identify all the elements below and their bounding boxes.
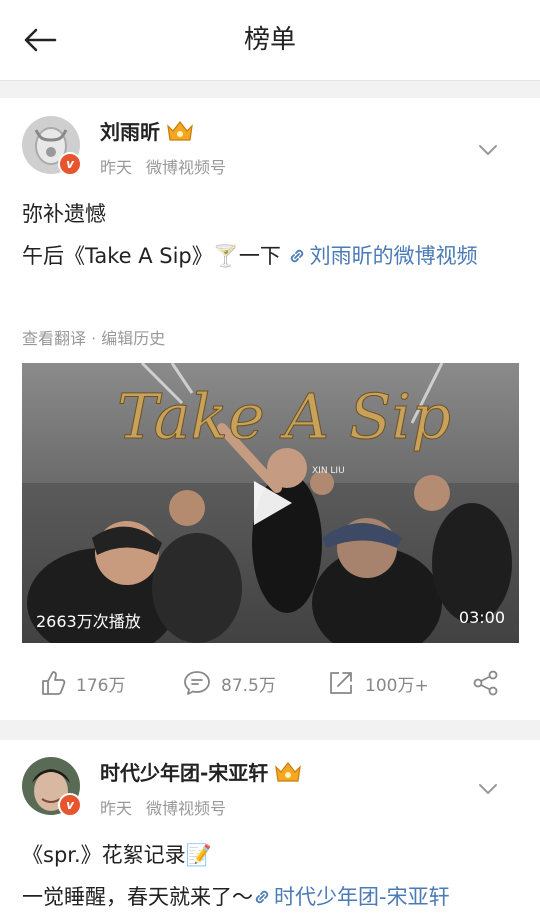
verified-badge-icon: v	[58, 793, 82, 817]
page-title: 榜单	[243, 25, 296, 55]
post-text-line1: 弥补遗憾	[22, 202, 106, 226]
play-icon[interactable]	[250, 479, 294, 531]
chevron-down-icon[interactable]	[476, 138, 500, 162]
translate-link[interactable]: 查看翻译	[22, 329, 86, 348]
post-text-line2: 午后《Take A Sip》🍸一下 刘雨昕的微博视频	[22, 244, 478, 268]
like-button[interactable]: 176万	[40, 670, 125, 696]
share-icon	[473, 670, 498, 696]
crown-icon	[274, 761, 302, 788]
play-count: 2663万次播放	[36, 612, 141, 631]
like-icon	[42, 671, 66, 695]
post-actions: 176万 87.5万 100万+	[0, 658, 540, 708]
top-bar: 榜单	[0, 0, 540, 81]
comment-icon	[184, 671, 210, 695]
post-text: 《spr.》花絮记录📝 一觉睡醒，春天就来了～ 时代少年团-宋亚轩	[22, 834, 518, 918]
avatar[interactable]: v	[22, 757, 82, 817]
link-icon	[255, 890, 269, 904]
video-duration: 03:00	[458, 608, 505, 627]
comment-button[interactable]: 87.5万	[183, 670, 276, 696]
post-tools: 查看翻译 · 编辑历史	[22, 329, 166, 348]
chevron-down-icon[interactable]	[476, 777, 500, 801]
video-player[interactable]: Take A Sip XIN LIU 2663万次播放 03:00	[22, 363, 519, 643]
post-meta: 昨天 微博视频号	[100, 154, 240, 178]
repost-button[interactable]: 100万+	[327, 670, 429, 696]
post-text-line2: 一觉睡醒，春天就来了～ 时代少年团-宋亚轩	[22, 885, 450, 909]
repost-icon	[330, 672, 352, 694]
post-meta: 昨天 微博视频号	[100, 795, 240, 819]
post-time: 昨天	[100, 799, 133, 818]
avatar[interactable]: v	[22, 116, 82, 176]
username[interactable]: 刘雨昕	[100, 116, 194, 147]
verified-badge-icon: v	[58, 152, 82, 176]
post-card[interactable]: v 刘雨昕 昨天 微博视频号 弥补遗憾 午后《Take A Sip》🍸一下 刘雨昕…	[0, 98, 540, 720]
post-time: 昨天	[100, 158, 133, 177]
username[interactable]: 时代少年团-宋亚轩	[100, 757, 302, 788]
share-button[interactable]	[472, 670, 510, 696]
post-source: 微博视频号	[146, 158, 227, 177]
profile-link[interactable]: 时代少年团-宋亚轩	[253, 885, 450, 909]
video-link[interactable]: 刘雨昕的微博视频	[288, 244, 478, 268]
svg-text:Take A Sip: Take A Sip	[117, 380, 451, 453]
post-card[interactable]: v 时代少年团-宋亚轩 昨天 微博视频号 《spr.》花絮记录📝 一觉睡醒，春天就…	[0, 740, 540, 920]
edit-history-link[interactable]: 编辑历史	[101, 329, 165, 348]
post-text: 弥补遗憾 午后《Take A Sip》🍸一下 刘雨昕的微博视频	[22, 193, 518, 277]
crown-icon	[166, 120, 194, 147]
post-source: 微博视频号	[146, 799, 227, 818]
link-icon	[290, 249, 303, 263]
post-text-line1: 《spr.》花絮记录📝	[22, 843, 212, 867]
svg-text:XIN LIU: XIN LIU	[312, 466, 345, 476]
